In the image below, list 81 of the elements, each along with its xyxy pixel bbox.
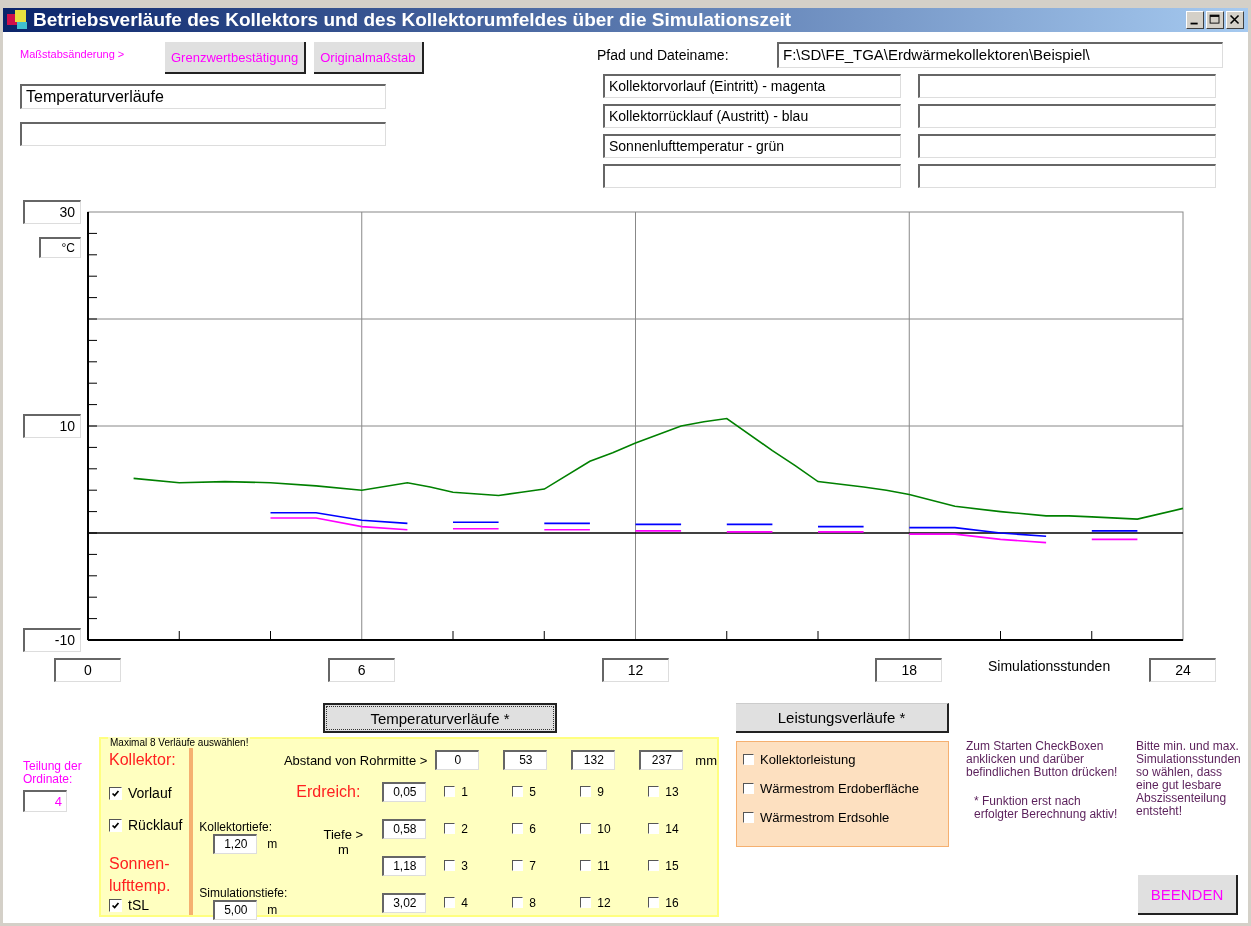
close-icon[interactable] [1226,11,1244,29]
axis-value-field[interactable]: 18 [875,658,943,682]
path-label: Pfad und Dateiname: [596,47,730,63]
ordinate-label: Teilung der Ordinate: [23,760,83,786]
unit-label: m [267,837,278,851]
legend-field[interactable]: Sonnenlufttemperatur - grün [603,134,901,158]
text-field[interactable] [918,104,1216,128]
maximize-icon[interactable] [1206,11,1224,29]
text-field[interactable] [918,134,1216,158]
checkbox[interactable]: 4 [444,895,513,910]
checkbox[interactable]: 9 [580,784,649,799]
panel-caption: Maximal 8 Verläufe auswählen! [108,737,251,748]
title-field[interactable]: Temperaturverläufe [20,84,386,109]
text-field[interactable] [20,122,386,146]
scale-label: Maßstabsänderung > [20,48,126,60]
minimize-icon[interactable] [1186,11,1204,29]
checkbox[interactable]: Rücklauf [109,817,190,833]
checkbox[interactable]: 3 [444,858,513,873]
power-button[interactable]: Leistungsverläufe * [736,703,949,733]
checkbox[interactable]: 2 [444,821,513,836]
unit-label: m [336,842,350,857]
text-field[interactable] [918,74,1216,98]
unit-label: m [267,902,278,917]
axis-value-field[interactable]: 24 [1149,658,1216,682]
checkbox[interactable]: tSL [109,897,190,913]
depth-label: Tiefe > [323,827,364,842]
checkbox[interactable]: Vorlauf [109,785,190,801]
depth-label: Kollektortiefe: [199,820,274,834]
checkbox[interactable]: 11 [580,858,649,873]
hint-text: Zum Starten CheckBoxen anklicken und darüber befindlichen Button drücken! [966,740,1119,779]
axis-value-field[interactable]: 0 [54,658,121,682]
depth-field[interactable]: 3,02 [382,892,427,913]
check-icon[interactable] [109,898,122,912]
checkbox[interactable]: 8 [512,895,581,910]
depth-field[interactable]: 1,18 [382,855,427,876]
checkbox[interactable]: Kollektorleistung [743,752,948,767]
check-icon[interactable] [109,786,122,800]
depth-field[interactable]: 0,05 [382,781,427,802]
checkbox[interactable]: 1 [444,784,513,799]
unit-label: mm [695,752,717,768]
section-heading: Erdreich: [296,782,362,801]
depth-field[interactable]: 5,00 [213,899,258,920]
distance-label: Abstand von Rohrmitte > [282,752,429,768]
distance-field[interactable]: 237 [639,750,684,770]
legend-field[interactable]: Kollektorrücklauf (Austritt) - blau [603,104,901,128]
axis-value-field[interactable]: 6 [327,658,395,682]
checkbox[interactable]: 5 [512,784,581,799]
hint-text: * Funktion erst nach erfolgter Berechnung aktiv! [974,795,1119,821]
checkbox[interactable]: 12 [580,895,649,910]
checkbox[interactable]: Wärmestrom Erdoberfläche [743,781,948,796]
hint-text: Bitte min. und max. Simulationsstunden so wählen, dass eine gut lesbare Abszissenteilung entsteht! [1136,740,1242,818]
distance-field[interactable]: 132 [571,750,616,770]
checkbox[interactable]: 6 [512,821,581,836]
path-field[interactable]: F:\SD\FE_TGA\Erdwärmekollektoren\Beispiel\ [777,42,1223,68]
app-icon [7,10,29,30]
axis-value-field[interactable]: 12 [601,658,669,682]
axis-value-field[interactable]: -10 [23,628,81,652]
section-heading: Kollektor: [109,751,177,769]
temperature-button[interactable]: Temperaturverläufe * [323,703,557,733]
checkbox[interactable]: 10 [580,821,649,836]
checkbox[interactable]: 13 [648,784,717,799]
section-heading: Sonnen-lufttemp. [109,854,172,896]
depth-field[interactable]: 0,58 [382,818,427,839]
distance-field[interactable]: 53 [503,750,548,770]
distance-field[interactable]: 0 [435,750,480,770]
axis-value-field[interactable]: 30 [23,200,81,224]
axis-label: Simulationsstunden [988,658,1111,674]
unit-field[interactable]: °C [39,237,81,258]
checkbox[interactable]: Wärmestrom Erdsohle [743,810,948,825]
checkbox[interactable]: 15 [648,858,717,873]
window-title: Betriebsverläufe des Kollektors und des Kollektorumfeldes über die Simulationszeit [33,9,792,31]
depth-label: Simulationstiefe: [199,885,289,900]
checkbox[interactable]: 14 [648,821,717,836]
legend-field[interactable]: Kollektorvorlauf (Eintritt) - magenta [603,74,901,98]
legend-field[interactable] [603,164,901,188]
depth-field[interactable]: 1,20 [213,834,258,854]
check-icon[interactable] [109,818,122,832]
checkbox[interactable]: 16 [648,895,717,910]
axis-value-field[interactable]: 10 [23,414,81,438]
text-field[interactable] [918,164,1216,188]
checkbox[interactable]: 7 [512,858,581,873]
